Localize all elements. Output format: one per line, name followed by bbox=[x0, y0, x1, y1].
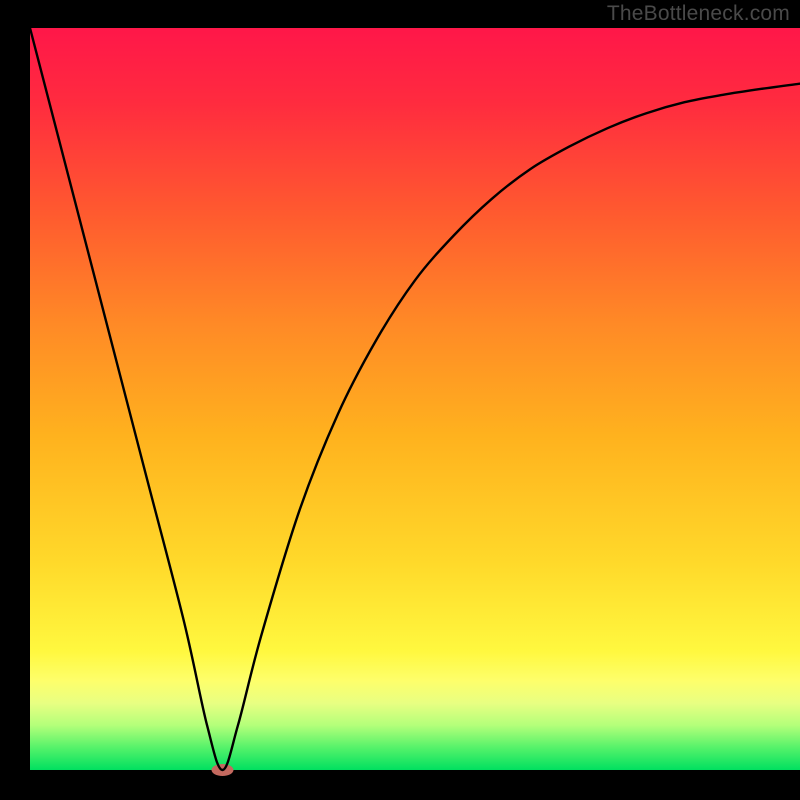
bottleneck-chart bbox=[0, 0, 800, 800]
watermark-text: TheBottleneck.com bbox=[607, 2, 790, 26]
chart-frame: TheBottleneck.com bbox=[0, 0, 800, 800]
plot-background bbox=[30, 28, 800, 770]
